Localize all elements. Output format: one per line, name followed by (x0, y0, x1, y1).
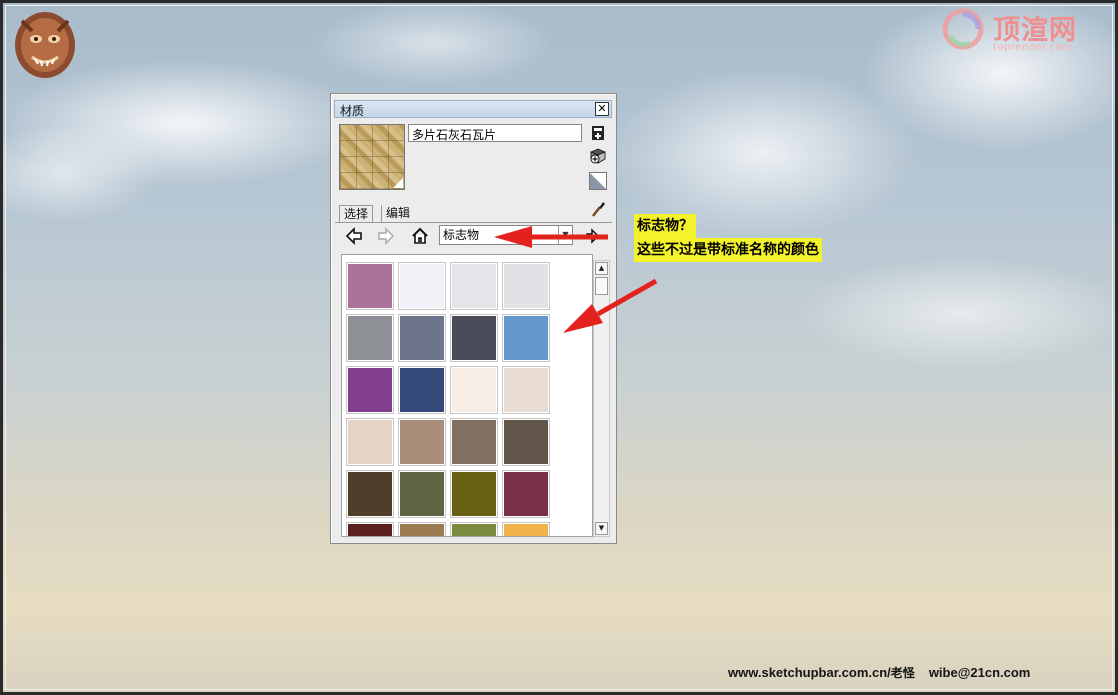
annotation-arrows (494, 226, 658, 333)
footer-credits: www.sketchupbar.com.cn/老怪 wibe@21cn.com (728, 664, 1030, 681)
annotation-callout: 标志物？ 这些不过是带标准名称的颜色 (634, 214, 822, 262)
callout-line-2: 这些不过是带标准名称的颜色 (634, 238, 822, 262)
footer-email: wibe@21cn.com (928, 665, 1031, 680)
callout-line-1: 标志物？ (634, 214, 696, 238)
footer-site: www.sketchupbar.com.cn/ (728, 665, 891, 680)
arrow-to-swatches (563, 278, 658, 333)
footer-author: 老怪 (890, 666, 915, 680)
arrow-to-library (494, 226, 608, 248)
